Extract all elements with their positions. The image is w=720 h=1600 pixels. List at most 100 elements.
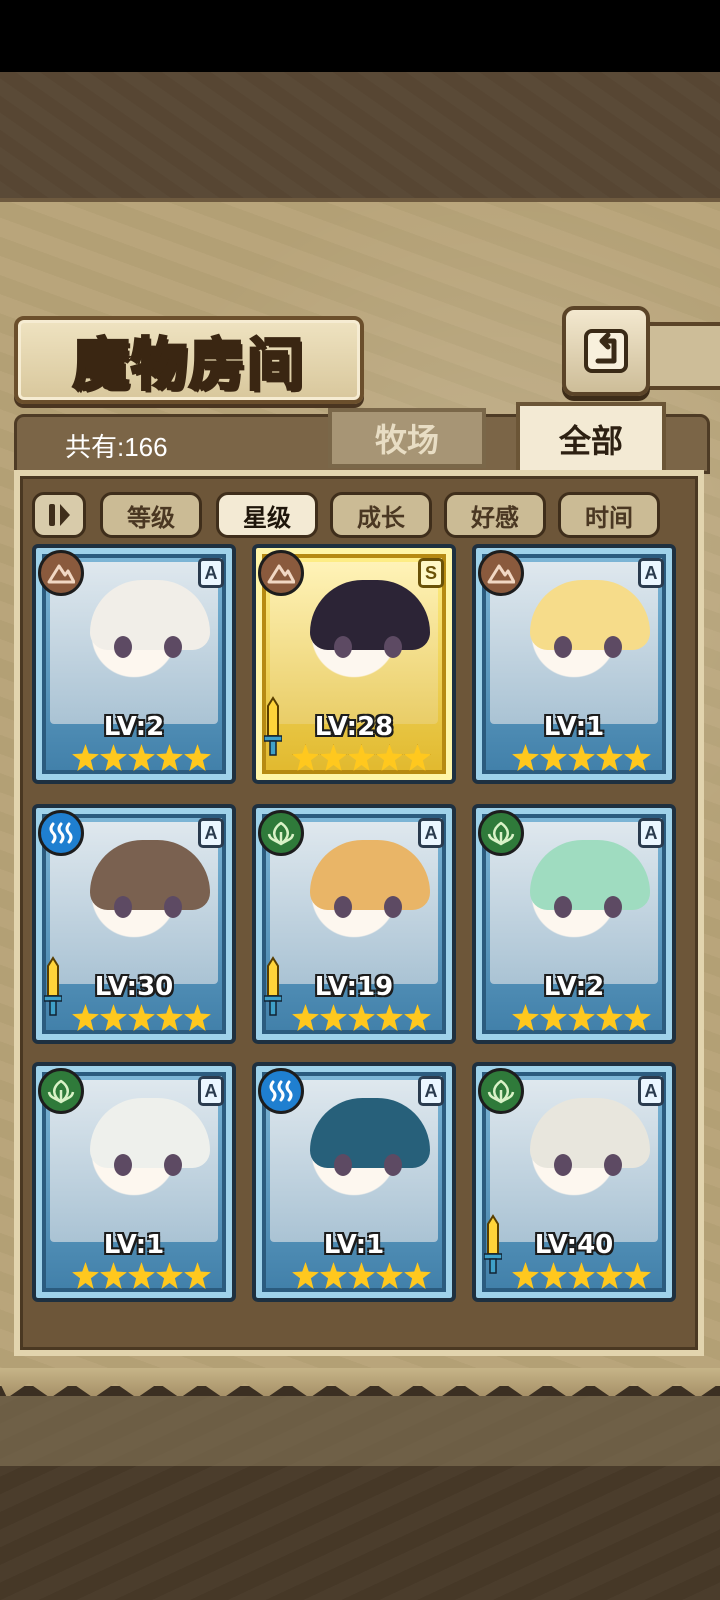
- portrait-eyes: [328, 896, 408, 918]
- back-button[interactable]: [562, 306, 650, 396]
- star-icon: [348, 1262, 375, 1289]
- star-icon: [128, 1262, 155, 1289]
- portrait-eyes: [108, 896, 188, 918]
- rank-badge: A: [198, 558, 224, 588]
- water-icon: [38, 810, 84, 856]
- monster-level: LV:40: [534, 1230, 614, 1260]
- star-icon: [540, 1004, 567, 1031]
- star-icon: [292, 1262, 319, 1289]
- monster-level: LV:1: [543, 712, 605, 742]
- portrait-eyes: [328, 636, 408, 658]
- star-icon: [596, 1004, 623, 1031]
- star-icon: [596, 1262, 623, 1289]
- rank-badge: A: [198, 1076, 224, 1106]
- star-icon: [568, 744, 595, 771]
- sort-by-stars-button[interactable]: 星级: [216, 492, 318, 538]
- star-rating: [72, 1004, 212, 1034]
- panel-bottom-edge: [0, 1368, 720, 1398]
- star-icon: [512, 744, 539, 771]
- leaf-icon: [478, 1068, 524, 1114]
- sort-by-affection-button[interactable]: 好感: [444, 492, 546, 538]
- rank-badge: A: [638, 1076, 664, 1106]
- monster-level: LV:19: [314, 972, 394, 1002]
- star-rating: [512, 1262, 652, 1292]
- leaf-icon: [38, 1068, 84, 1114]
- leaf-icon: [258, 810, 304, 856]
- water-icon: [258, 1068, 304, 1114]
- sort-by-time-button[interactable]: 时间: [558, 492, 660, 538]
- star-icon: [156, 1262, 183, 1289]
- star-icon: [624, 744, 651, 771]
- monster-level: LV:1: [103, 1230, 165, 1260]
- star-icon: [128, 744, 155, 771]
- star-icon: [100, 1004, 127, 1031]
- star-icon: [404, 744, 431, 771]
- sort-order-toggle[interactable]: [32, 492, 86, 538]
- back-arrow-icon: [584, 329, 628, 373]
- monster-card[interactable]: A LV:2: [472, 804, 676, 1044]
- portrait-eyes: [548, 636, 628, 658]
- star-icon: [72, 1004, 99, 1031]
- monster-card[interactable]: A LV:2: [32, 544, 236, 784]
- status-bar: [0, 0, 720, 72]
- rank-badge: A: [638, 558, 664, 588]
- portrait-eyes: [548, 1154, 628, 1176]
- sort-bar: 等级 星级 成长 好感 时间: [32, 492, 688, 538]
- star-rating: [72, 744, 212, 774]
- star-rating: [292, 1004, 432, 1034]
- rank-badge: S: [418, 558, 444, 588]
- earth-icon: [478, 550, 524, 596]
- star-icon: [404, 1004, 431, 1031]
- star-icon: [568, 1262, 595, 1289]
- portrait-eyes: [328, 1154, 408, 1176]
- star-rating: [292, 744, 432, 774]
- sort-by-level-button[interactable]: 等级: [100, 492, 202, 538]
- rank-badge: A: [198, 818, 224, 848]
- star-rating: [512, 1004, 652, 1034]
- star-icon: [376, 744, 403, 771]
- tab-all[interactable]: 全部: [516, 402, 666, 476]
- monster-level: LV:1: [323, 1230, 385, 1260]
- sort-by-growth-button[interactable]: 成长: [330, 492, 432, 538]
- monster-card[interactable]: S LV:28: [252, 544, 456, 784]
- back-button-rail: [640, 322, 720, 390]
- monster-card[interactable]: A LV:30: [32, 804, 236, 1044]
- star-icon: [292, 744, 319, 771]
- star-icon: [624, 1262, 651, 1289]
- star-icon: [596, 744, 623, 771]
- monster-card[interactable]: A LV:40: [472, 1062, 676, 1302]
- earth-icon: [38, 550, 84, 596]
- star-icon: [292, 1004, 319, 1031]
- star-icon: [348, 1004, 375, 1031]
- page-title: 魔物房间: [72, 330, 305, 399]
- star-icon: [512, 1262, 539, 1289]
- monster-level: LV:30: [94, 972, 174, 1002]
- star-icon: [540, 1262, 567, 1289]
- star-icon: [512, 1004, 539, 1031]
- portrait-eyes: [108, 636, 188, 658]
- monster-count: 共有:166: [65, 432, 168, 462]
- map-background-bottom: [0, 1396, 720, 1600]
- monster-level: LV:28: [314, 712, 394, 742]
- monster-card[interactable]: A LV:19: [252, 804, 456, 1044]
- rank-badge: A: [418, 1076, 444, 1106]
- star-icon: [128, 1004, 155, 1031]
- star-icon: [376, 1004, 403, 1031]
- star-icon: [156, 744, 183, 771]
- star-icon: [540, 744, 567, 771]
- monster-card[interactable]: A LV:1: [252, 1062, 456, 1302]
- star-icon: [404, 1262, 431, 1289]
- star-icon: [156, 1004, 183, 1031]
- star-rating: [292, 1262, 432, 1292]
- star-icon: [320, 744, 347, 771]
- monster-card[interactable]: A LV:1: [32, 1062, 236, 1302]
- star-icon: [72, 744, 99, 771]
- tab-pasture[interactable]: 牧场: [328, 408, 486, 468]
- rank-badge: A: [638, 818, 664, 848]
- star-rating: [512, 744, 652, 774]
- sort-order-icon: [49, 504, 70, 526]
- monster-card[interactable]: A LV:1: [472, 544, 676, 784]
- portrait-eyes: [108, 1154, 188, 1176]
- map-background-top: [0, 72, 720, 198]
- star-icon: [568, 1004, 595, 1031]
